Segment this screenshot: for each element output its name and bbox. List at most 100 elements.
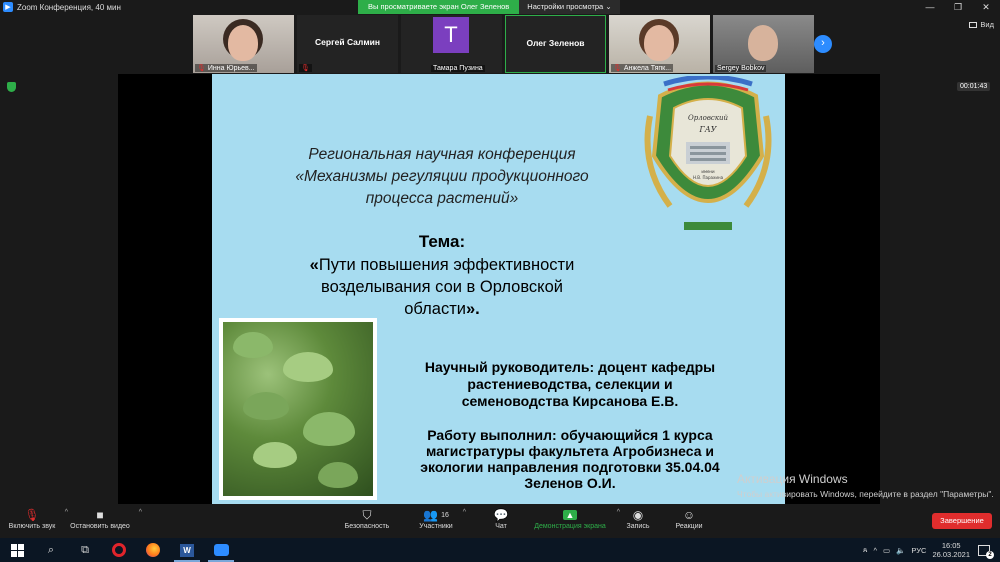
chevron-down-icon: ⌄ [605,2,612,11]
record-button[interactable]: ◉ Запись [624,507,652,530]
firefox-icon[interactable] [136,538,170,562]
minimize-icon[interactable]: — [916,0,944,14]
participant-tile[interactable]: Олег Зеленов [505,15,606,73]
reactions-button[interactable]: ☺ Реакции [672,507,706,530]
participant-name: Инна Юрьев... [207,64,255,72]
language-indicator[interactable]: РУС [911,546,926,555]
unmute-label: Включить звук [8,523,56,530]
notifications-icon[interactable]: 2 [978,544,994,559]
activation-text: Чтобы активировать Windows, перейдите в … [737,489,994,499]
view-options-label: Настройки просмотра [527,2,604,11]
conference-line: Региональная научная конференция [308,146,576,163]
participants-count: 16 [441,511,449,519]
clock-time: 16:05 [941,541,961,550]
supervisor-line: растениеводства, селекции и [467,376,673,392]
tray-expand-icon[interactable]: ^ [873,546,877,555]
topic-open-quote: « [309,256,319,274]
meeting-toolbar: 🎙 Включить звук ^ ■ Остановить видео ^ ⛉… [0,504,1000,538]
zoom-logo-icon: ▶ [3,2,13,12]
participants-button[interactable]: 👥 16 Участники ^ [416,507,466,530]
tema-label: Тема: [418,232,466,251]
participant-tile[interactable]: 🎙 Инна Юрьев... [193,15,294,73]
avatar: T [433,17,469,53]
clock[interactable]: 16:05 26.03.2021 [932,541,970,559]
participant-name: Sergey Bobkov [717,65,765,72]
task-view-icon[interactable]: ⧉ [68,538,102,562]
participant-label: Sergey Bobkov [715,65,767,72]
zoom-app-icon[interactable] [204,538,238,562]
people-icon[interactable]: ጰ [863,545,867,555]
record-label: Запись [626,523,650,530]
topic-title: «Пути повышения эффективности возделыван… [252,254,632,320]
activation-title: Активация Windows [737,472,848,486]
conference-line: «Механизмы регуляции продукционного [295,168,589,185]
participant-name: Анжела Тяпк... [623,64,672,72]
window-title: Zoom Конференция, 40 мин [17,2,121,12]
screen-share-banner: Вы просматриваете экран Олег Зеленов Нас… [358,0,620,14]
emblem-text: имени [701,169,715,174]
security-label: Безопасность [344,523,390,530]
network-icon[interactable]: ▭ [883,546,890,555]
chevron-up-icon[interactable]: ^ [617,509,620,516]
participant-strip: 🎙 Инна Юрьев... Сергей Салмин 🎙 T Тамара … [193,15,814,73]
search-icon[interactable]: ⌕ [34,538,68,562]
chat-label: Чат [495,523,507,530]
supervisor-text: Научный руководитель: доцент кафедры рас… [390,359,750,410]
author-line: магистратуры факультета Агробизнеса и [425,443,715,459]
zoom-window: ▶ Zoom Конференция, 40 мин Вы просматрив… [0,0,1000,562]
end-meeting-button[interactable]: Завершение [932,513,992,529]
chat-icon: 💬 [493,508,509,522]
reactions-icon: ☺ [682,508,696,522]
mic-muted-icon: 🎙 [197,65,206,72]
view-options-button[interactable]: Настройки просмотра ⌄ [519,0,620,14]
share-screen-label: Демонстрация экрана [534,523,606,530]
grid-view-icon [969,21,978,28]
security-shield-icon[interactable] [7,82,16,92]
mic-muted-icon: 🎙 [24,508,40,522]
mic-muted-icon: 🎙 [613,65,622,72]
soybean-plant-image [223,322,373,496]
participant-name: Олег Зеленов [526,38,585,48]
participant-tile[interactable]: Sergey Bobkov [713,15,814,73]
topic-line: возделывания сои в Орловской [321,278,563,296]
participant-face [228,25,258,61]
emblem-text: Н.В. Парахина [693,175,724,180]
participant-face [748,25,778,61]
stop-video-button[interactable]: ■ Остановить видео ^ [68,507,142,530]
university-emblem: Орловский ГАУ имени Н.В. Парахина [644,76,772,230]
author-line: Зеленов О.И. [524,475,616,491]
topic-line: области [404,300,466,318]
participant-label: 🎙 Инна Юрьев... [195,64,257,72]
participant-tile[interactable]: Сергей Салмин 🎙 [297,15,398,73]
chevron-up-icon[interactable]: ^ [463,509,466,516]
supervisor-line: семеноводства Кирсанова Е.В. [461,393,679,409]
security-button[interactable]: ⛉ Безопасность [342,507,392,531]
participant-tile[interactable]: T Тамара Пузина [401,15,502,73]
chevron-up-icon[interactable]: ^ [139,509,142,516]
participant-tile[interactable]: 🎙 Анжела Тяпк... [609,15,710,73]
unmute-button[interactable]: 🎙 Включить звук ^ [6,507,68,530]
volume-icon[interactable]: 🔈 [896,546,905,555]
close-icon[interactable]: ✕ [972,0,1000,14]
windows-start-icon[interactable] [0,538,34,562]
author-line: Работу выполнил: обучающийся 1 курса [427,427,713,443]
view-button[interactable]: Вид [969,20,994,29]
conference-title: Региональная научная конференция «Механи… [212,144,672,210]
participants-icon: 👥 16 [423,508,449,522]
participant-label: Тамара Пузина [431,65,485,72]
participant-label: 🎙 [299,64,312,72]
next-page-arrow-icon[interactable]: › [814,35,832,53]
topic-close-quote: ». [465,300,480,318]
soybean-photo [219,318,377,500]
participant-name: Тамара Пузина [433,65,483,72]
word-icon[interactable]: W [170,538,204,562]
shield-icon: ⛉ [362,507,372,522]
chat-button[interactable]: 💬 Чат [488,507,514,530]
author-line: экологии направления подготовки 35.04.04 [420,459,720,475]
opera-icon[interactable] [102,538,136,562]
maximize-icon[interactable]: ❐ [944,0,972,14]
share-screen-button[interactable]: ▲ Демонстрация экрана ^ [530,507,620,530]
window-controls: — ❐ ✕ [916,0,1000,14]
share-screen-icon: ▲ [530,507,610,523]
participant-label: 🎙 Анжела Тяпк... [611,64,674,72]
